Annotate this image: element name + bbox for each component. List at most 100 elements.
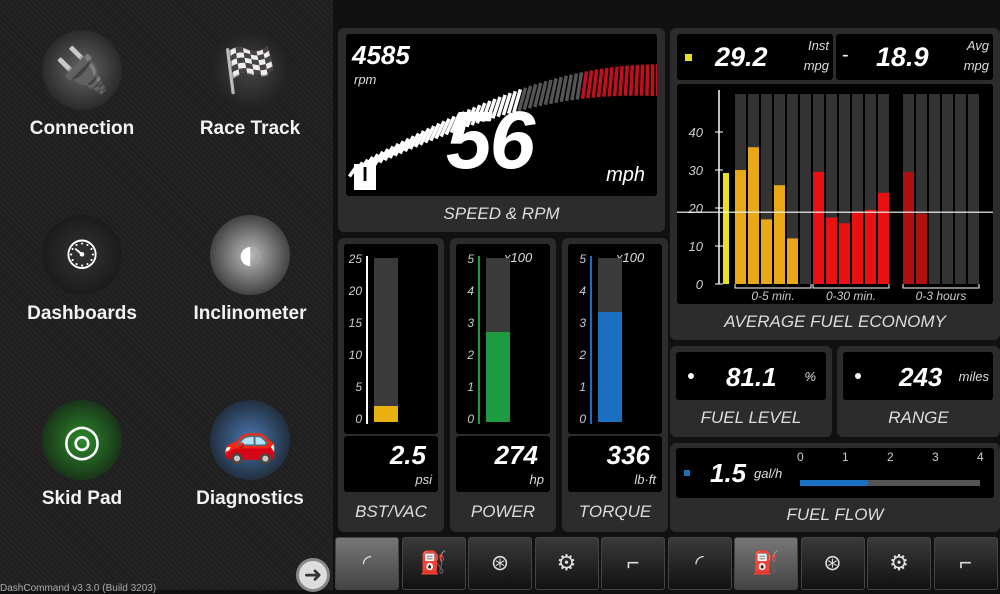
gauge-tick: 10 <box>348 348 362 362</box>
speedometer-icon: ◜ <box>362 550 372 575</box>
fuel-pump-icon: ⛽ <box>419 550 448 575</box>
tab-fuel-pump[interactable]: ⛽ <box>401 537 466 590</box>
app-inclinometer[interactable]: ◐ Inclinometer <box>170 215 330 325</box>
gauge-tick: 1 <box>467 380 474 394</box>
gauge-tick: 0 <box>467 412 474 426</box>
bar-1-5 <box>878 192 889 284</box>
avg-unit: mpg <box>963 58 989 73</box>
app-label: Dashboards <box>27 303 137 324</box>
speed-caption: SPEED & RPM <box>443 204 560 223</box>
bar-1-0 <box>813 171 824 284</box>
bar-1-2 <box>839 223 850 284</box>
bar-0-3 <box>774 185 785 284</box>
gauge-tick: 2 <box>579 348 586 362</box>
bullet-icon <box>855 373 861 379</box>
gauge-scale-line <box>590 256 592 424</box>
rpm-unit: rpm <box>354 72 377 87</box>
bar-1-4 <box>865 209 876 284</box>
gauge-tick: 15 <box>348 316 362 330</box>
fuel-flow-unit: gal/h <box>754 466 783 481</box>
tab-fuel-pump[interactable]: ⛽ <box>734 537 798 590</box>
rpm-segment <box>612 66 619 97</box>
gauge-tick: 5 <box>579 252 586 266</box>
rpm-segment <box>628 65 635 96</box>
gauge-tick: 25 <box>348 252 362 266</box>
inst-bar <box>723 173 729 284</box>
tab-fuel-nozzle[interactable]: ⌐ <box>933 537 998 590</box>
y-tick-label: 40 <box>689 125 704 140</box>
tab-engine[interactable]: ⚙ <box>867 537 931 590</box>
gauge-power[interactable]: 5 4 3 2 1 0 x100 274 hp POWER <box>450 238 556 532</box>
rpm-segment <box>650 64 655 97</box>
gauge-value: 336 <box>606 440 650 470</box>
next-page-button[interactable]: ➜ <box>296 558 330 592</box>
inst-mpg-value: 29.2 <box>715 42 768 72</box>
y-tick-label: 20 <box>688 201 704 216</box>
fuel-economy-chart: 0 10 20 30 40 0-5 min. 0-30 min. 0-3 hours <box>677 90 993 303</box>
avg-label: Avg <box>966 38 989 53</box>
rpm-value: 4585 <box>352 40 410 70</box>
tab-steering-wheel[interactable]: ⊛ <box>800 537 865 590</box>
range-panel[interactable]: 243 miles RANGE <box>837 346 1000 437</box>
group-bracket <box>902 284 980 289</box>
rpm-segment <box>607 67 614 97</box>
app-dashboards[interactable]: ⏲ Dashboards <box>2 215 162 325</box>
app-race-track[interactable]: 🏁 Race Track <box>170 30 330 140</box>
gauge-bst-vac[interactable]: 25 20 15 10 5 0 2.5 psi BST/VAC <box>338 238 444 532</box>
gauge-tick: 0 <box>579 412 586 426</box>
gauge-tick: 5 <box>467 252 474 266</box>
inst-indicator <box>685 54 692 61</box>
tab-engine[interactable]: ⚙ <box>534 537 599 590</box>
fuel-level-panel[interactable]: 81.1 % FUEL LEVEL <box>670 346 832 437</box>
fuel-nozzle-icon: ⌐ <box>626 550 640 575</box>
group-label: 0-30 min. <box>826 289 876 303</box>
app-skid-pad[interactable]: ◎ Skid Pad <box>2 400 162 510</box>
speed-rpm-panel[interactable]: 4585 rpm 56 mph I SPEED & RPM <box>338 28 665 232</box>
bar-slot <box>800 94 811 284</box>
y-tick-label: 30 <box>689 163 704 178</box>
y-tick-label: 10 <box>689 239 704 254</box>
fuel-flow-panel[interactable]: 1.5 gal/h 0 1 2 3 4 FUEL FLOW <box>670 443 1000 532</box>
bar-2-1 <box>916 213 927 284</box>
group-bracket <box>734 284 812 289</box>
steering-wheel-icon: ⊛ <box>823 550 842 575</box>
gauge-track <box>486 258 510 422</box>
speed-value: 56 <box>446 95 535 186</box>
bar-slot <box>942 94 953 284</box>
gauge-unit: hp <box>529 472 544 487</box>
group-bracket <box>812 284 890 289</box>
flow-tick-label: 1 <box>842 450 849 464</box>
rpm-segment <box>634 64 640 96</box>
gauge-caption: BST/VAC <box>355 502 427 521</box>
avg-mpg-value: 18.9 <box>876 42 929 72</box>
speedometer-icon: ◜ <box>695 550 704 575</box>
app-diagnostics[interactable]: 🚗 Diagnostics <box>170 400 330 510</box>
inst-label: Inst <box>808 38 829 53</box>
rpm-segment <box>656 64 657 97</box>
tab-speedometer[interactable]: ◜ <box>667 537 732 590</box>
fuel-level-unit: % <box>804 369 816 384</box>
gauge-tick: 1 <box>579 380 586 394</box>
inst-unit: mpg <box>803 58 829 73</box>
app-launcher: 🔌 Connection 🏁 Race Track ⏲ Dashboards ◐ Inclin… <box>0 0 333 594</box>
car-warning-icon: 🚗 <box>210 400 290 480</box>
bar-0-2 <box>761 219 772 284</box>
tab-steering-wheel[interactable]: ⊛ <box>468 537 532 590</box>
app-label: Connection <box>29 118 135 139</box>
gauge-value: 2.5 <box>389 440 426 470</box>
gauge-torque[interactable]: 5 4 3 2 1 0 x100 336 lb·ft TORQUE <box>562 238 668 532</box>
app-label: Race Track <box>199 118 301 139</box>
gauge-fill <box>374 405 398 422</box>
gear-indicator: I <box>354 164 376 190</box>
fuel-economy-panel[interactable]: 29.2 Inst mpg - 18.9 Avg mpg 0 10 20 30 40 0-… <box>670 28 1000 340</box>
economy-caption: AVERAGE FUEL ECONOMY <box>724 312 946 331</box>
tab-fuel-nozzle[interactable]: ⌐ <box>601 537 665 590</box>
inclinometer-icon: ◐ <box>210 215 290 295</box>
avg-dash: - <box>842 44 849 66</box>
app-connection[interactable]: 🔌 Connection <box>2 30 162 140</box>
gauge-unit: psi <box>415 472 432 487</box>
bullet-icon <box>688 373 694 379</box>
bar-1-3 <box>852 211 863 284</box>
gauge-caption: POWER <box>470 502 536 521</box>
tab-speedometer[interactable]: ◜ <box>335 537 399 590</box>
